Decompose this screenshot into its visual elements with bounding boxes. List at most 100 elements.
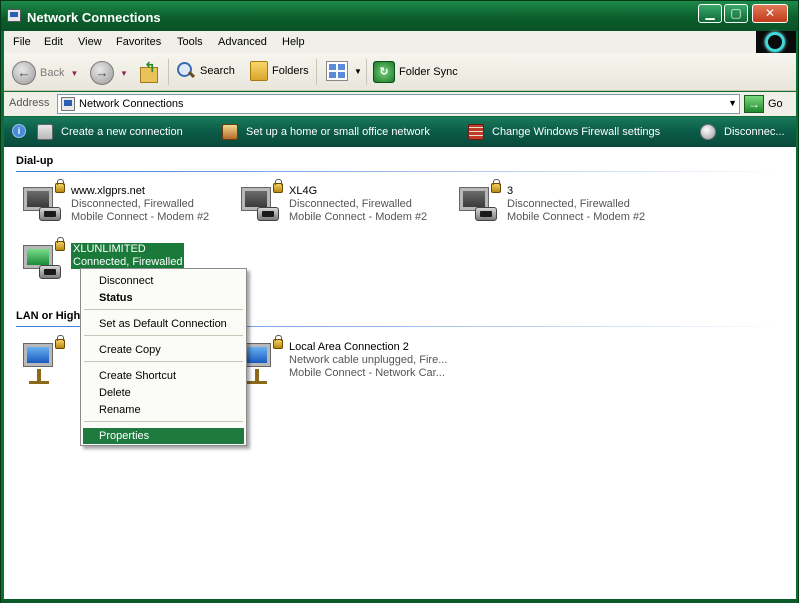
connection-name: Local Area Connection 2 xyxy=(289,341,409,353)
address-dropdown-icon[interactable]: ▼ xyxy=(728,98,737,108)
menu-item-status[interactable]: Status xyxy=(83,290,244,306)
forward-button[interactable]: → ▼ xyxy=(90,61,128,85)
menu-separator xyxy=(84,421,243,422)
up-folder-icon xyxy=(138,59,160,83)
group-header-lan: LAN or High xyxy=(16,310,81,322)
dialup-connection-icon xyxy=(19,179,67,231)
folders-button[interactable]: Folders xyxy=(250,61,309,81)
views-icon xyxy=(326,61,348,81)
folder-sync-button[interactable]: ↻ Folder Sync xyxy=(373,61,458,83)
dialup-connected-icon xyxy=(19,237,67,289)
minimize-button[interactable]: ▁ xyxy=(698,4,722,23)
menu-separator xyxy=(84,335,243,336)
menu-advanced[interactable]: Advanced xyxy=(218,36,267,48)
new-connection-icon xyxy=(37,124,53,140)
connection-status: Network cable unplugged, Fire... xyxy=(289,354,448,366)
search-label: Search xyxy=(200,65,235,77)
task-create-connection[interactable]: Create a new connection xyxy=(37,124,183,140)
menu-item-properties[interactable]: Properties xyxy=(83,428,244,444)
dialup-connection-icon xyxy=(455,179,503,231)
info-icon: i xyxy=(12,124,26,138)
menu-favorites[interactable]: Favorites xyxy=(116,36,161,48)
title-bar[interactable]: Network Connections ▁ ▢ ✕ xyxy=(1,1,798,31)
group-divider xyxy=(16,171,786,172)
menu-separator xyxy=(84,361,243,362)
menu-item-set-default[interactable]: Set as Default Connection xyxy=(83,316,244,332)
go-button[interactable]: → Go xyxy=(744,94,783,114)
views-dropdown-icon[interactable]: ▼ xyxy=(354,67,362,76)
menu-item-create-copy[interactable]: Create Copy xyxy=(83,342,244,358)
task-create-label: Create a new connection xyxy=(61,126,183,138)
search-icon xyxy=(176,61,196,81)
menu-file[interactable]: File xyxy=(13,36,31,48)
brand-logo xyxy=(756,31,796,53)
group-header-dialup: Dial-up xyxy=(16,155,54,167)
task-firewall-label: Change Windows Firewall settings xyxy=(492,126,661,138)
connection-status: Disconnected, Firewalled xyxy=(507,198,630,210)
folder-sync-icon: ↻ xyxy=(373,61,395,83)
disconnect-icon xyxy=(700,124,716,140)
address-input[interactable]: Network Connections ▼ xyxy=(57,94,740,114)
window-title: Network Connections xyxy=(27,10,161,25)
back-label: Back xyxy=(40,67,65,79)
folder-sync-label: Folder Sync xyxy=(399,66,458,78)
explorer-window: Network Connections ▁ ▢ ✕ File Edit View… xyxy=(0,0,799,603)
connection-name: www.xlgprs.net xyxy=(71,185,145,197)
context-menu: Disconnect Status Set as Default Connect… xyxy=(80,268,247,446)
menu-item-rename[interactable]: Rename xyxy=(83,402,244,418)
menu-tools[interactable]: Tools xyxy=(177,36,203,48)
connection-item[interactable]: www.xlgprs.net Disconnected, Firewalled … xyxy=(19,179,229,237)
info-button[interactable]: i xyxy=(12,124,26,138)
task-disconnect-label: Disconnec... xyxy=(724,126,785,138)
folders-icon xyxy=(250,61,268,81)
up-button[interactable] xyxy=(138,59,160,83)
connection-item[interactable]: XL4G Disconnected, Firewalled Mobile Con… xyxy=(237,179,447,237)
menu-bar: File Edit View Favorites Tools Advanced … xyxy=(4,31,796,53)
menu-item-create-shortcut[interactable]: Create Shortcut xyxy=(83,368,244,384)
lan-connection-icon xyxy=(19,335,67,387)
address-label: Address xyxy=(9,97,50,109)
folders-label: Folders xyxy=(272,65,309,77)
search-button[interactable]: Search xyxy=(176,61,235,81)
forward-arrow-icon: → xyxy=(90,61,114,85)
connection-status: Disconnected, Firewalled xyxy=(71,198,194,210)
toolbar-separator xyxy=(316,59,317,85)
menu-item-disconnect[interactable]: Disconnect xyxy=(83,273,244,289)
back-dropdown-icon[interactable]: ▼ xyxy=(70,69,78,78)
menu-edit[interactable]: Edit xyxy=(44,36,63,48)
windows-logo-icon xyxy=(765,32,785,52)
standard-toolbar: ← Back ▼ → ▼ Search Folders ▼ ↻ Folder S… xyxy=(4,53,796,91)
menu-view[interactable]: View xyxy=(78,36,102,48)
connection-name: 3 xyxy=(507,185,514,197)
toolbar-separator xyxy=(168,59,169,85)
connection-device: Mobile Connect - Modem #2 xyxy=(289,211,428,223)
address-bar: Address Network Connections ▼ → Go xyxy=(4,92,796,116)
go-label: Go xyxy=(768,98,783,110)
home-network-icon xyxy=(222,124,238,140)
toolbar-separator xyxy=(366,59,367,85)
close-button[interactable]: ✕ xyxy=(752,4,788,23)
firewall-icon xyxy=(468,124,484,140)
connection-status: Disconnected, Firewalled xyxy=(289,198,412,210)
menu-help[interactable]: Help xyxy=(282,36,305,48)
views-button[interactable]: ▼ xyxy=(326,61,362,81)
connection-item[interactable]: Local Area Connection 2 Network cable un… xyxy=(237,335,448,393)
task-disconnect[interactable]: Disconnec... xyxy=(700,124,785,140)
connection-item[interactable] xyxy=(19,335,89,393)
maximize-button[interactable]: ▢ xyxy=(724,4,748,23)
task-home-network[interactable]: Set up a home or small office network xyxy=(222,124,430,140)
connection-device: Mobile Connect - Modem #2 xyxy=(71,211,210,223)
connection-item[interactable]: 3 Disconnected, Firewalled Mobile Connec… xyxy=(455,179,665,237)
back-button[interactable]: ← Back ▼ xyxy=(12,61,78,85)
connection-device: Mobile Connect - Network Car... xyxy=(289,367,445,379)
network-folder-icon xyxy=(61,97,75,111)
window-frame-bottom xyxy=(1,599,798,603)
network-connections-icon xyxy=(7,9,21,22)
task-firewall[interactable]: Change Windows Firewall settings xyxy=(468,124,660,140)
connection-name: XLUNLIMITED xyxy=(71,243,185,256)
dialup-connection-icon xyxy=(237,179,285,231)
forward-dropdown-icon[interactable]: ▼ xyxy=(120,69,128,78)
address-value: Network Connections xyxy=(79,98,184,110)
menu-item-delete[interactable]: Delete xyxy=(83,385,244,401)
task-home-label: Set up a home or small office network xyxy=(246,126,430,138)
